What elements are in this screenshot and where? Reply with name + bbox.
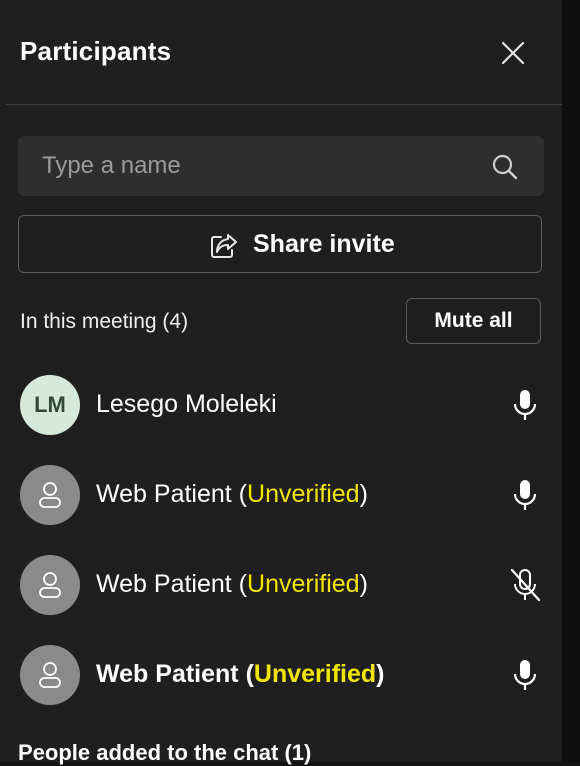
header-divider — [6, 104, 562, 105]
chat-section-heading: People added to the chat (1) — [18, 740, 312, 765]
microphone-muted-icon — [510, 568, 541, 602]
unverified-tag: Unverified — [253, 660, 377, 688]
mic-button[interactable] — [506, 655, 544, 695]
avatar — [20, 645, 80, 705]
avatar: LM — [20, 375, 80, 435]
mic-button[interactable] — [506, 475, 544, 515]
participant-display-name: Web Patient — [96, 570, 232, 598]
microphone-icon — [513, 390, 537, 420]
unverified-tag: Unverified — [247, 480, 360, 508]
person-icon — [39, 482, 61, 508]
participant-row[interactable]: Web Patient (Unverified) — [0, 630, 562, 720]
mute-all-button[interactable]: Mute all — [406, 298, 541, 344]
participant-name: Web Patient (Unverified) — [96, 660, 385, 688]
participant-name: Lesego Moleleki — [96, 390, 277, 419]
participants-panel: Participants Share invite In this meetin… — [0, 0, 562, 765]
unverified-tag: Unverified — [247, 570, 360, 598]
share-invite-button[interactable]: Share invite — [18, 215, 542, 273]
microphone-icon — [513, 660, 537, 690]
share-invite-label: Share invite — [253, 230, 395, 258]
mic-button[interactable] — [506, 385, 544, 425]
share-icon — [211, 234, 237, 258]
avatar — [20, 465, 80, 525]
close-button[interactable] — [496, 36, 530, 70]
participant-name: Web Patient (Unverified) — [96, 480, 368, 508]
participant-display-name: Lesego Moleleki — [96, 390, 277, 418]
participant-display-name: Web Patient — [96, 660, 239, 688]
participant-name: Web Patient (Unverified) — [96, 570, 368, 598]
close-icon — [501, 41, 525, 65]
participant-display-name: Web Patient — [96, 480, 232, 508]
search-input[interactable] — [18, 136, 478, 196]
panel-title: Participants — [20, 36, 172, 66]
search-box — [18, 136, 544, 196]
participant-row[interactable]: LM Lesego Moleleki — [0, 360, 562, 450]
microphone-icon — [513, 480, 537, 510]
participant-row[interactable]: Web Patient (Unverified) — [0, 540, 562, 630]
avatar — [20, 555, 80, 615]
person-icon — [39, 572, 61, 598]
avatar-initials: LM — [34, 392, 66, 417]
participant-row[interactable]: Web Patient (Unverified) — [0, 450, 562, 540]
panel-header: Participants — [0, 8, 562, 104]
background-edge — [562, 0, 580, 762]
search-icon[interactable] — [490, 152, 520, 182]
in-meeting-heading: In this meeting (4) — [20, 310, 189, 333]
person-icon — [39, 662, 61, 688]
mic-button[interactable] — [506, 565, 544, 605]
